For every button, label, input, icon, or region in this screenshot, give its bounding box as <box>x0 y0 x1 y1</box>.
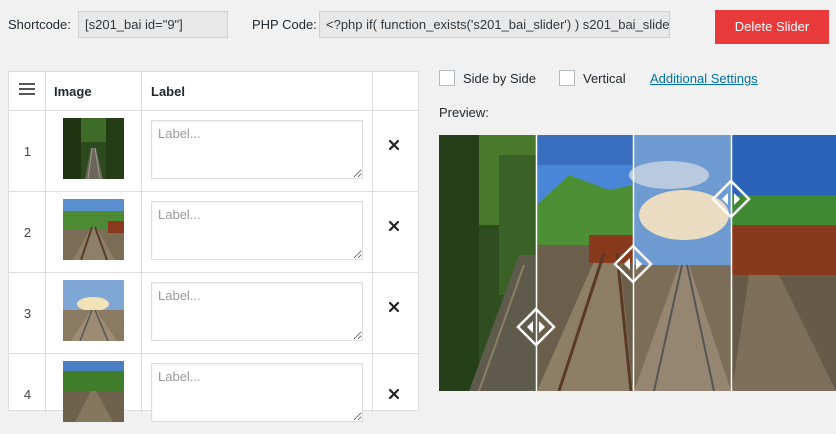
preview-panel <box>439 135 536 391</box>
table-header: Image Label <box>9 72 418 111</box>
label-textarea[interactable] <box>151 282 363 341</box>
vertical-checkbox[interactable] <box>559 70 575 86</box>
table-row[interactable]: 4 <box>9 353 418 434</box>
preview-panel <box>537 135 633 391</box>
menu-icon[interactable] <box>19 83 35 97</box>
slide-thumbnail[interactable] <box>63 199 124 260</box>
slider-preview[interactable] <box>439 135 836 391</box>
table-row[interactable]: 1 <box>9 110 418 192</box>
slide-thumbnail[interactable] <box>63 361 124 422</box>
label-textarea[interactable] <box>151 363 363 422</box>
label-column-header: Label <box>151 84 185 99</box>
shortcode-bar: Shortcode: [s201_bai id="9"] PHP Code: <… <box>0 0 836 52</box>
php-code-label: PHP Code: <box>252 17 317 32</box>
row-number: 4 <box>23 387 32 402</box>
preview-label: Preview: <box>439 105 489 120</box>
preview-panel <box>732 135 836 391</box>
close-icon[interactable] <box>387 219 401 233</box>
table-row[interactable]: 2 <box>9 191 418 273</box>
additional-settings-link[interactable]: Additional Settings <box>650 71 758 86</box>
slide-thumbnail[interactable] <box>63 280 124 341</box>
shortcode-field[interactable]: [s201_bai id="9"] <box>78 11 228 38</box>
shortcode-label: Shortcode: <box>8 17 71 32</box>
close-icon[interactable] <box>387 387 401 401</box>
close-icon[interactable] <box>387 138 401 152</box>
side-by-side-label: Side by Side <box>463 71 536 86</box>
slide-thumbnail[interactable] <box>63 118 124 179</box>
label-textarea[interactable] <box>151 120 363 179</box>
image-column-header: Image <box>54 84 92 99</box>
delete-slider-button[interactable]: Delete Slider <box>715 10 829 44</box>
close-icon[interactable] <box>387 300 401 314</box>
table-row[interactable]: 3 <box>9 272 418 354</box>
label-textarea[interactable] <box>151 201 363 260</box>
vertical-label: Vertical <box>583 71 626 86</box>
row-number: 2 <box>23 225 32 240</box>
slides-table: Image Label 1 2 <box>8 71 419 422</box>
preview-panel <box>629 135 731 391</box>
row-number: 1 <box>23 144 32 159</box>
side-by-side-checkbox[interactable] <box>439 70 455 86</box>
php-code-field[interactable]: <?php if( function_exists('s201_bai_slid… <box>319 11 670 38</box>
row-number: 3 <box>23 306 32 321</box>
